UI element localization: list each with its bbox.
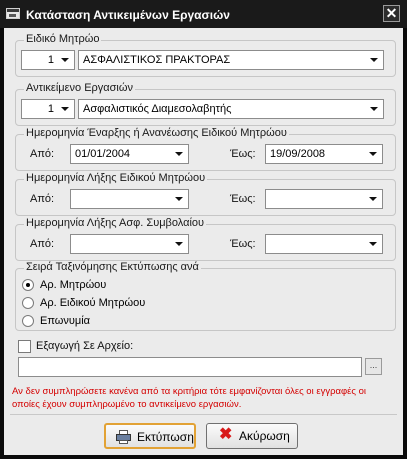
work-object-select[interactable]: Ασφαλιστικός Διαμεσολαβητής xyxy=(78,99,384,119)
print-button-label: Εκτύπωση xyxy=(137,430,194,444)
start-date-from-value: 01/01/2004 xyxy=(75,148,131,160)
contract-end-from-picker[interactable] xyxy=(70,234,189,254)
dialog-body: Ειδικό Μητρώο 1 ΑΣΦΑΛΙΣΤΙΚΟΣ ΠΡΑΚΤΟΡΑΣ Α… xyxy=(4,28,403,455)
work-object-group: Αντικείμενο Εργασιών 1 Ασφαλιστικός Διαμ… xyxy=(15,82,396,126)
chevron-down-icon[interactable] xyxy=(365,191,381,207)
chevron-down-icon[interactable] xyxy=(365,146,381,162)
browse-button[interactable]: ... xyxy=(365,358,382,375)
start-date-from-label: Από: xyxy=(30,148,55,160)
sort-option-label: Επωνυμία xyxy=(40,315,91,327)
start-date-group: Ημερομηνία Έναρξης ή Ανανέωσης Ειδικού Μ… xyxy=(15,127,396,171)
start-date-to-label: Έως: xyxy=(230,148,256,160)
end-date-from-picker[interactable] xyxy=(70,189,189,209)
registry-value: ΑΣΦΑΛΙΣΤΙΚΟΣ ΠΡΑΚΤΟΡΑΣ xyxy=(83,54,231,66)
window-title: Κατάσταση Αντικειμένων Εργασιών xyxy=(26,8,230,22)
export-path-input[interactable] xyxy=(18,357,362,377)
registry-number-select[interactable]: 1 xyxy=(21,50,75,70)
close-button[interactable]: ✕ xyxy=(383,5,400,22)
radio-button[interactable] xyxy=(22,279,34,291)
start-date-legend: Ημερομηνία Έναρξης ή Ανανέωσης Ειδικού Μ… xyxy=(24,127,289,139)
start-date-from-picker[interactable]: 01/01/2004 xyxy=(70,144,189,164)
contract-end-to-label: Έως: xyxy=(230,238,256,250)
end-date-to-label: Έως: xyxy=(230,193,256,205)
start-date-to-picker[interactable]: 19/09/2008 xyxy=(265,144,383,164)
dialog-window: Κατάσταση Αντικειμένων Εργασιών ✕ Ειδικό… xyxy=(0,0,407,459)
red-x-icon: ✖ xyxy=(219,426,233,443)
export-label: Εξαγωγή Σε Αρχείο: xyxy=(36,340,134,352)
window-icon xyxy=(6,8,20,19)
printer-icon xyxy=(116,430,131,444)
work-object-legend: Αντικείμενο Εργασιών xyxy=(24,82,135,94)
contract-end-group: Ημερομηνία Λήξης Ασφ. Συμβολαίου Από: Έω… xyxy=(15,217,396,261)
contract-end-to-picker[interactable] xyxy=(265,234,383,254)
sort-option-label: Αρ. Μητρώου xyxy=(40,279,107,291)
cancel-button-label: Ακύρωση xyxy=(239,429,290,443)
registry-number-value: 1 xyxy=(47,54,54,66)
work-object-value: Ασφαλιστικός Διαμεσολαβητής xyxy=(83,103,232,115)
registry-legend: Ειδικό Μητρώο xyxy=(24,33,102,45)
chevron-down-icon[interactable] xyxy=(366,52,382,68)
chevron-down-icon[interactable] xyxy=(171,191,187,207)
print-button[interactable]: Εκτύπωση xyxy=(104,423,196,449)
registry-select[interactable]: ΑΣΦΑΛΙΣΤΙΚΟΣ ΠΡΑΚΤΟΡΑΣ xyxy=(78,50,384,70)
chevron-down-icon[interactable] xyxy=(171,236,187,252)
contract-end-legend: Ημερομηνία Λήξης Ασφ. Συμβολαίου xyxy=(24,217,207,229)
sort-legend: Σειρά Ταξινόμησης Εκτύπωσης ανά xyxy=(24,261,201,273)
chevron-down-icon[interactable] xyxy=(171,146,187,162)
chevron-down-icon[interactable] xyxy=(366,101,382,117)
work-object-number-value: 1 xyxy=(47,103,54,115)
sort-option-label: Αρ. Ειδικού Μητρώου xyxy=(40,297,146,309)
radio-button[interactable] xyxy=(22,297,34,309)
end-date-to-picker[interactable] xyxy=(265,189,383,209)
sort-group: Σειρά Ταξινόμησης Εκτύπωσης ανά Αρ. Μητρ… xyxy=(15,261,396,331)
end-date-from-label: Από: xyxy=(30,193,55,205)
button-divider xyxy=(10,414,397,415)
contract-end-from-label: Από: xyxy=(30,238,55,250)
registry-group: Ειδικό Μητρώο 1 ΑΣΦΑΛΙΣΤΙΚΟΣ ΠΡΑΚΤΟΡΑΣ xyxy=(15,33,396,77)
radio-button[interactable] xyxy=(22,315,34,327)
work-object-number-select[interactable]: 1 xyxy=(21,99,75,119)
title-bar[interactable]: Κατάσταση Αντικειμένων Εργασιών ✕ xyxy=(0,0,407,28)
end-date-legend: Ημερομηνία Λήξης Ειδικού Μητρώου xyxy=(24,172,208,184)
cancel-button[interactable]: ✖ Ακύρωση xyxy=(206,423,298,449)
criteria-notice: Αν δεν συμπληρώσετε κανένα από τα κριτήρ… xyxy=(12,386,366,410)
chevron-down-icon[interactable] xyxy=(57,52,73,68)
export-checkbox[interactable] xyxy=(18,340,31,353)
chevron-down-icon[interactable] xyxy=(365,236,381,252)
start-date-to-value: 19/09/2008 xyxy=(270,148,326,160)
chevron-down-icon[interactable] xyxy=(57,101,73,117)
end-date-group: Ημερομηνία Λήξης Ειδικού Μητρώου Από: Έω… xyxy=(15,172,396,216)
